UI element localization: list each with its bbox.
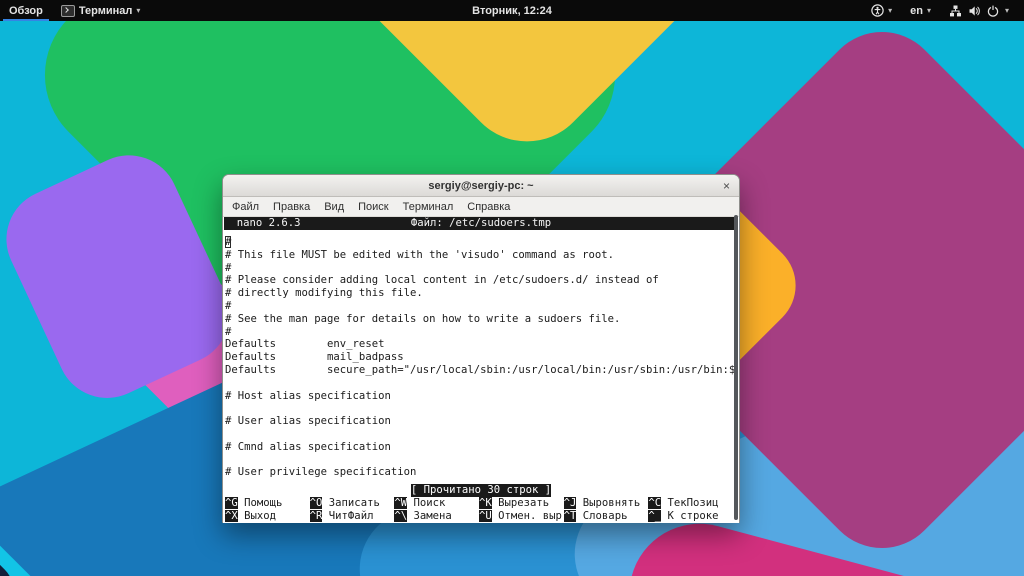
chevron-down-icon: ▾ bbox=[136, 7, 140, 15]
keyboard-layout-label: en bbox=[910, 5, 923, 17]
top-bar-right: ▾ en ▾ bbox=[862, 0, 1024, 21]
chevron-down-icon: ▾ bbox=[927, 7, 931, 15]
system-menu[interactable]: ▾ bbox=[940, 0, 1018, 21]
shortcut-row1: ^G Помощь^O Записать^W Поиск^K Вырезать^… bbox=[225, 497, 733, 510]
activities-button[interactable]: Обзор bbox=[0, 0, 52, 21]
editor-line: # See the man page for details on how to… bbox=[225, 313, 737, 326]
editor-line: # bbox=[225, 326, 737, 339]
close-button[interactable]: × bbox=[723, 175, 730, 196]
power-icon bbox=[987, 5, 999, 17]
shortcut-hint: ^_ К строке bbox=[648, 510, 733, 523]
menu-item[interactable]: Вид bbox=[317, 198, 351, 216]
shortcut-hint: ^U Отмен. выр bbox=[479, 510, 564, 523]
nano-version: nano 2.6.3 bbox=[224, 217, 301, 230]
nano-shortcut-rows: ^G Помощь^O Записать^W Поиск^K Вырезать^… bbox=[225, 497, 733, 523]
editor-line bbox=[225, 428, 737, 441]
editor-line bbox=[225, 454, 737, 467]
shortcut-key: ^J bbox=[564, 497, 577, 509]
shortcut-row2: ^X Выход^R ЧитФайл^\ Замена^U Отмен. выр… bbox=[225, 510, 733, 523]
editor-line: # bbox=[225, 300, 737, 313]
chevron-down-icon: ▾ bbox=[1005, 7, 1009, 15]
editor-line: # Please consider adding local content i… bbox=[225, 274, 737, 287]
shortcut-hint: ^\ Замена bbox=[394, 510, 479, 523]
shortcut-key: ^W bbox=[394, 497, 407, 509]
shortcut-hint: ^J Выровнять bbox=[564, 497, 649, 510]
shortcut-key: ^U bbox=[479, 510, 492, 522]
editor-line bbox=[225, 402, 737, 415]
app-menu-label: Терминал bbox=[79, 5, 133, 17]
shortcut-key: ^R bbox=[310, 510, 323, 522]
shortcut-hint: ^G Помощь bbox=[225, 497, 310, 510]
shortcut-hint: ^O Записать bbox=[310, 497, 395, 510]
editor-line: # Host alias specification bbox=[225, 390, 737, 403]
editor-line: Defaults mail_badpass bbox=[225, 351, 737, 364]
shortcut-key: ^C bbox=[648, 497, 661, 509]
scrollbar[interactable] bbox=[734, 215, 738, 520]
editor-line: # bbox=[225, 262, 737, 275]
editor-line: # User privilege specification bbox=[225, 466, 737, 479]
editor-area: ## This file MUST be edited with the 'vi… bbox=[223, 230, 739, 479]
editor-line bbox=[225, 377, 737, 390]
volume-icon bbox=[968, 5, 981, 17]
terminal-screen[interactable]: nano 2.6.3 Файл: /etc/sudoers.tmp ## Thi… bbox=[223, 217, 739, 523]
shortcut-hint: ^R ЧитФайл bbox=[310, 510, 395, 523]
editor-line: Defaults secure_path="/usr/local/sbin:/u… bbox=[225, 364, 737, 377]
menu-item[interactable]: Файл bbox=[225, 198, 266, 216]
editor-line: # directly modifying this file. bbox=[225, 287, 737, 300]
menu-bar: ФайлПравкаВидПоискТерминалСправка bbox=[223, 197, 739, 217]
shortcut-key: ^G bbox=[225, 497, 238, 509]
nano-status-row: [ Прочитано 30 строк ] bbox=[223, 484, 739, 497]
accessibility-menu[interactable]: ▾ bbox=[862, 0, 901, 21]
terminal-window: sergiy@sergiy-pc: ~ × ФайлПравкаВидПоиск… bbox=[222, 174, 740, 523]
shortcut-key: ^T bbox=[564, 510, 577, 522]
shortcut-hint: ^C ТекПозиц bbox=[648, 497, 733, 510]
keyboard-layout-menu[interactable]: en ▾ bbox=[901, 0, 940, 21]
network-wired-icon bbox=[949, 5, 962, 17]
shortcut-key: ^O bbox=[310, 497, 323, 509]
activities-active-underline bbox=[3, 19, 49, 21]
shortcut-hint: ^X Выход bbox=[225, 510, 310, 523]
editor-line: # Cmnd alias specification bbox=[225, 441, 737, 454]
window-titlebar[interactable]: sergiy@sergiy-pc: ~ × bbox=[223, 175, 739, 197]
menu-item[interactable]: Терминал bbox=[396, 198, 461, 216]
shortcut-hint: ^K Вырезать bbox=[479, 497, 564, 510]
editor-line: # This file MUST be edited with the 'vis… bbox=[225, 249, 737, 262]
shortcut-key: ^_ bbox=[648, 510, 661, 522]
menu-item[interactable]: Правка bbox=[266, 198, 317, 216]
menu-item[interactable]: Справка bbox=[460, 198, 517, 216]
clock[interactable]: Вторник, 12:24 bbox=[472, 5, 552, 17]
shortcut-key: ^\ bbox=[394, 510, 407, 522]
terminal-icon bbox=[61, 5, 75, 17]
nano-file-label: Файл: /etc/sudoers.tmp bbox=[411, 217, 551, 230]
menu-item[interactable]: Поиск bbox=[351, 198, 395, 216]
editor-line: Defaults env_reset bbox=[225, 338, 737, 351]
chevron-down-icon: ▾ bbox=[888, 7, 892, 15]
nano-header: nano 2.6.3 Файл: /etc/sudoers.tmp bbox=[224, 217, 738, 230]
shortcut-hint: ^W Поиск bbox=[394, 497, 479, 510]
app-menu-terminal[interactable]: Терминал ▾ bbox=[52, 0, 150, 21]
shortcut-key: ^K bbox=[479, 497, 492, 509]
activities-label: Обзор bbox=[9, 5, 43, 17]
shortcut-key: ^X bbox=[225, 510, 238, 522]
shortcut-hint: ^T Словарь bbox=[564, 510, 649, 523]
editor-line: # User alias specification bbox=[225, 415, 737, 428]
top-bar: Обзор Терминал ▾ Вторник, 12:24 ▾ en ▾ bbox=[0, 0, 1024, 21]
nano-status-message: [ Прочитано 30 строк ] bbox=[411, 484, 551, 497]
accessibility-icon bbox=[871, 4, 884, 17]
window-title: sergiy@sergiy-pc: ~ bbox=[428, 180, 533, 192]
editor-line: # bbox=[225, 236, 737, 249]
